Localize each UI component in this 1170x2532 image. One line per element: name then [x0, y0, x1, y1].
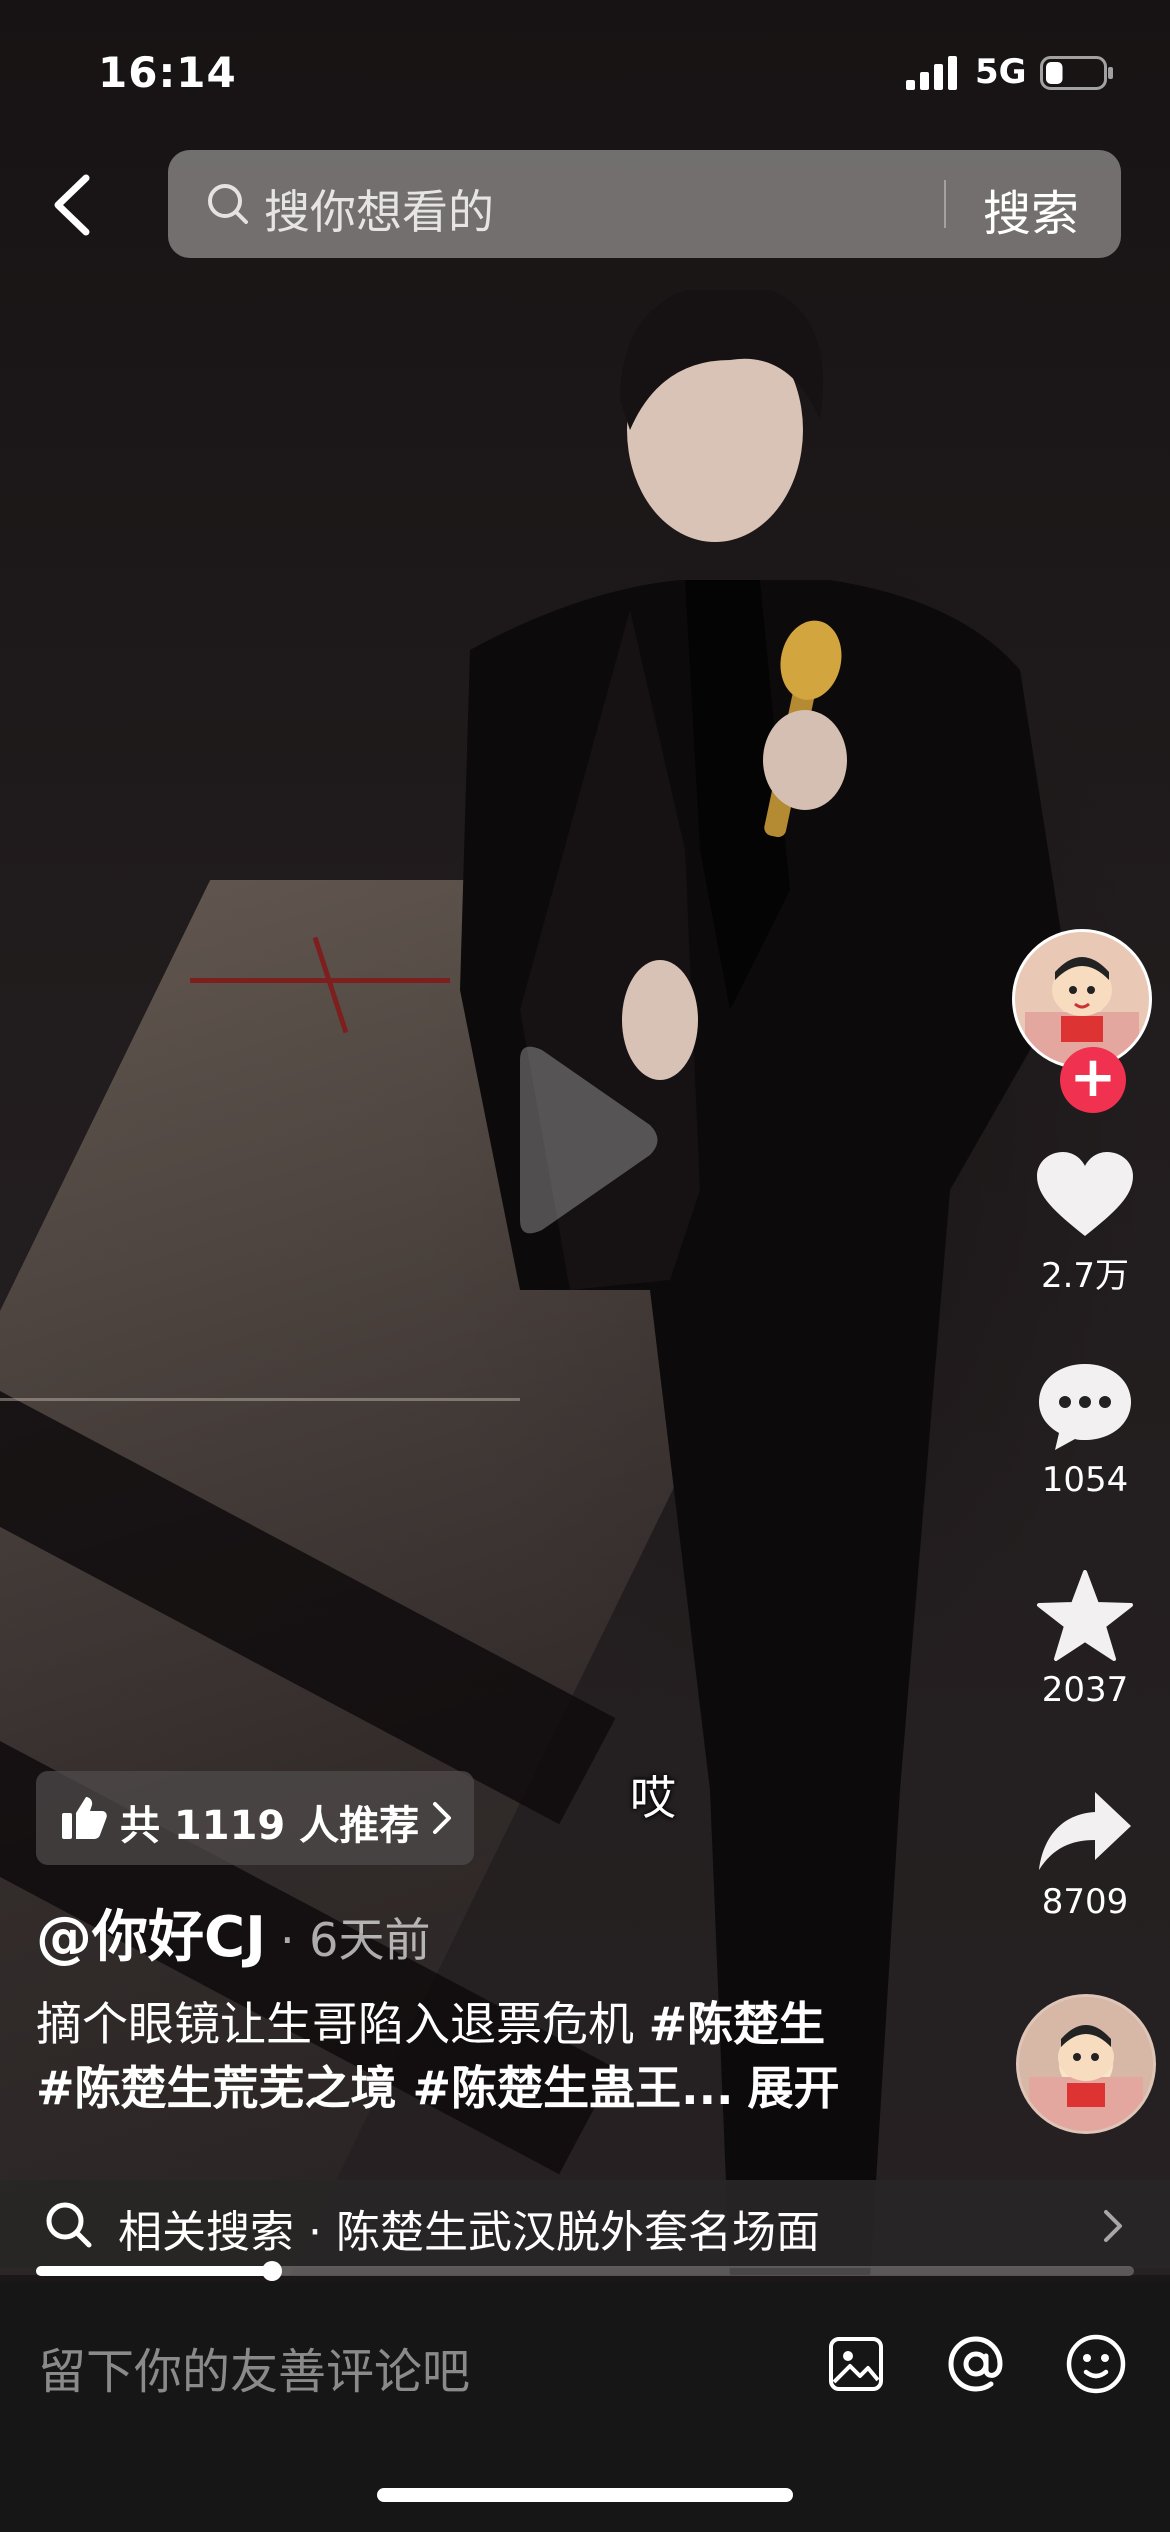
post-time: · 6天前 [279, 1913, 431, 1967]
home-indicator [377, 2488, 793, 2502]
back-icon[interactable] [44, 170, 104, 240]
playback-progress-fill [36, 2266, 273, 2276]
comment-input[interactable]: 留下你的友善评论吧 [38, 2332, 470, 2402]
network-type: 5G [975, 52, 1027, 92]
cartoon-avatar-icon [1029, 2025, 1143, 2131]
comment-bar: 留下你的友善评论吧 [0, 2282, 1170, 2532]
star-icon [1037, 1570, 1133, 1661]
performer-figure [460, 290, 1070, 2275]
search-button[interactable]: 搜索 [983, 174, 1079, 244]
chevron-right-icon [433, 1802, 451, 1834]
comment-count: 1054 [1041, 1460, 1129, 1500]
search-icon [46, 2202, 92, 2248]
playback-progress-bar[interactable] [36, 2261, 1134, 2281]
heart-icon [1037, 1152, 1133, 1236]
search-icon [208, 184, 248, 224]
image-icon[interactable] [826, 2334, 886, 2394]
signal-icon [906, 56, 957, 90]
status-time: 16:14 [98, 48, 237, 97]
floor-tape [190, 978, 450, 983]
search-bar[interactable]: 搜你想看的 搜索 [168, 150, 1121, 258]
share-count: 8709 [1041, 1882, 1129, 1922]
author-name[interactable]: @你好CJ [36, 1905, 266, 1970]
chevron-right-icon [1104, 2210, 1122, 2242]
video-subtitle: 哎 [630, 1771, 676, 1825]
share-button[interactable]: 8709 [1000, 1788, 1170, 1922]
description-text: 摘个眼镜让生哥陷入退票危机 [36, 1997, 634, 2051]
comment-icon [1039, 1364, 1131, 1450]
favorite-count: 2037 [1041, 1670, 1129, 1710]
related-search-bar[interactable]: 相关搜索 · 陈楚生武汉脱外套名场面 [0, 2180, 1170, 2268]
related-search-label: 相关搜索 · 陈楚生武汉脱外套名场面 [118, 2207, 820, 2258]
at-icon[interactable] [944, 2332, 1008, 2396]
author-avatar[interactable]: + [1012, 929, 1152, 1113]
emoji-icon[interactable] [1064, 2332, 1128, 2396]
video-description[interactable]: 摘个眼镜让生哥陷入退票危机 #陈楚生 #陈楚生荒芜之境 #陈楚生蛊王... 展开 [36, 1992, 936, 2120]
like-count: 2.7万 [1040, 1256, 1130, 1296]
share-icon [1039, 1792, 1131, 1870]
status-bar: 16:14 5G [0, 0, 1170, 150]
like-button[interactable]: 2.7万 [1000, 1150, 1170, 1297]
playback-scrubber[interactable] [262, 2261, 283, 2281]
recommend-button[interactable]: 共 1119 人推荐 [36, 1771, 474, 1865]
hashtag[interactable]: #陈楚生荒芜之境 #陈楚生蛊王... [36, 2061, 734, 2115]
recommend-label: 共 1119 人推荐 [120, 1803, 420, 1849]
thumbs-up-icon [62, 1797, 107, 1839]
music-disc[interactable] [1016, 1994, 1156, 2134]
play-icon[interactable] [500, 1040, 660, 1240]
search-input[interactable]: 搜你想看的 [264, 176, 494, 242]
divider [944, 180, 946, 228]
favorite-button[interactable]: 2037 [1000, 1570, 1170, 1710]
expand-button[interactable]: 展开 [748, 2061, 840, 2115]
hashtag[interactable]: #陈楚生 [649, 1997, 826, 2051]
battery-icon [1040, 56, 1113, 90]
author-row: @你好CJ · 6天前 [36, 1892, 430, 1973]
follow-button[interactable]: + [1060, 1047, 1126, 1113]
comment-button[interactable]: 1054 [1000, 1360, 1170, 1500]
